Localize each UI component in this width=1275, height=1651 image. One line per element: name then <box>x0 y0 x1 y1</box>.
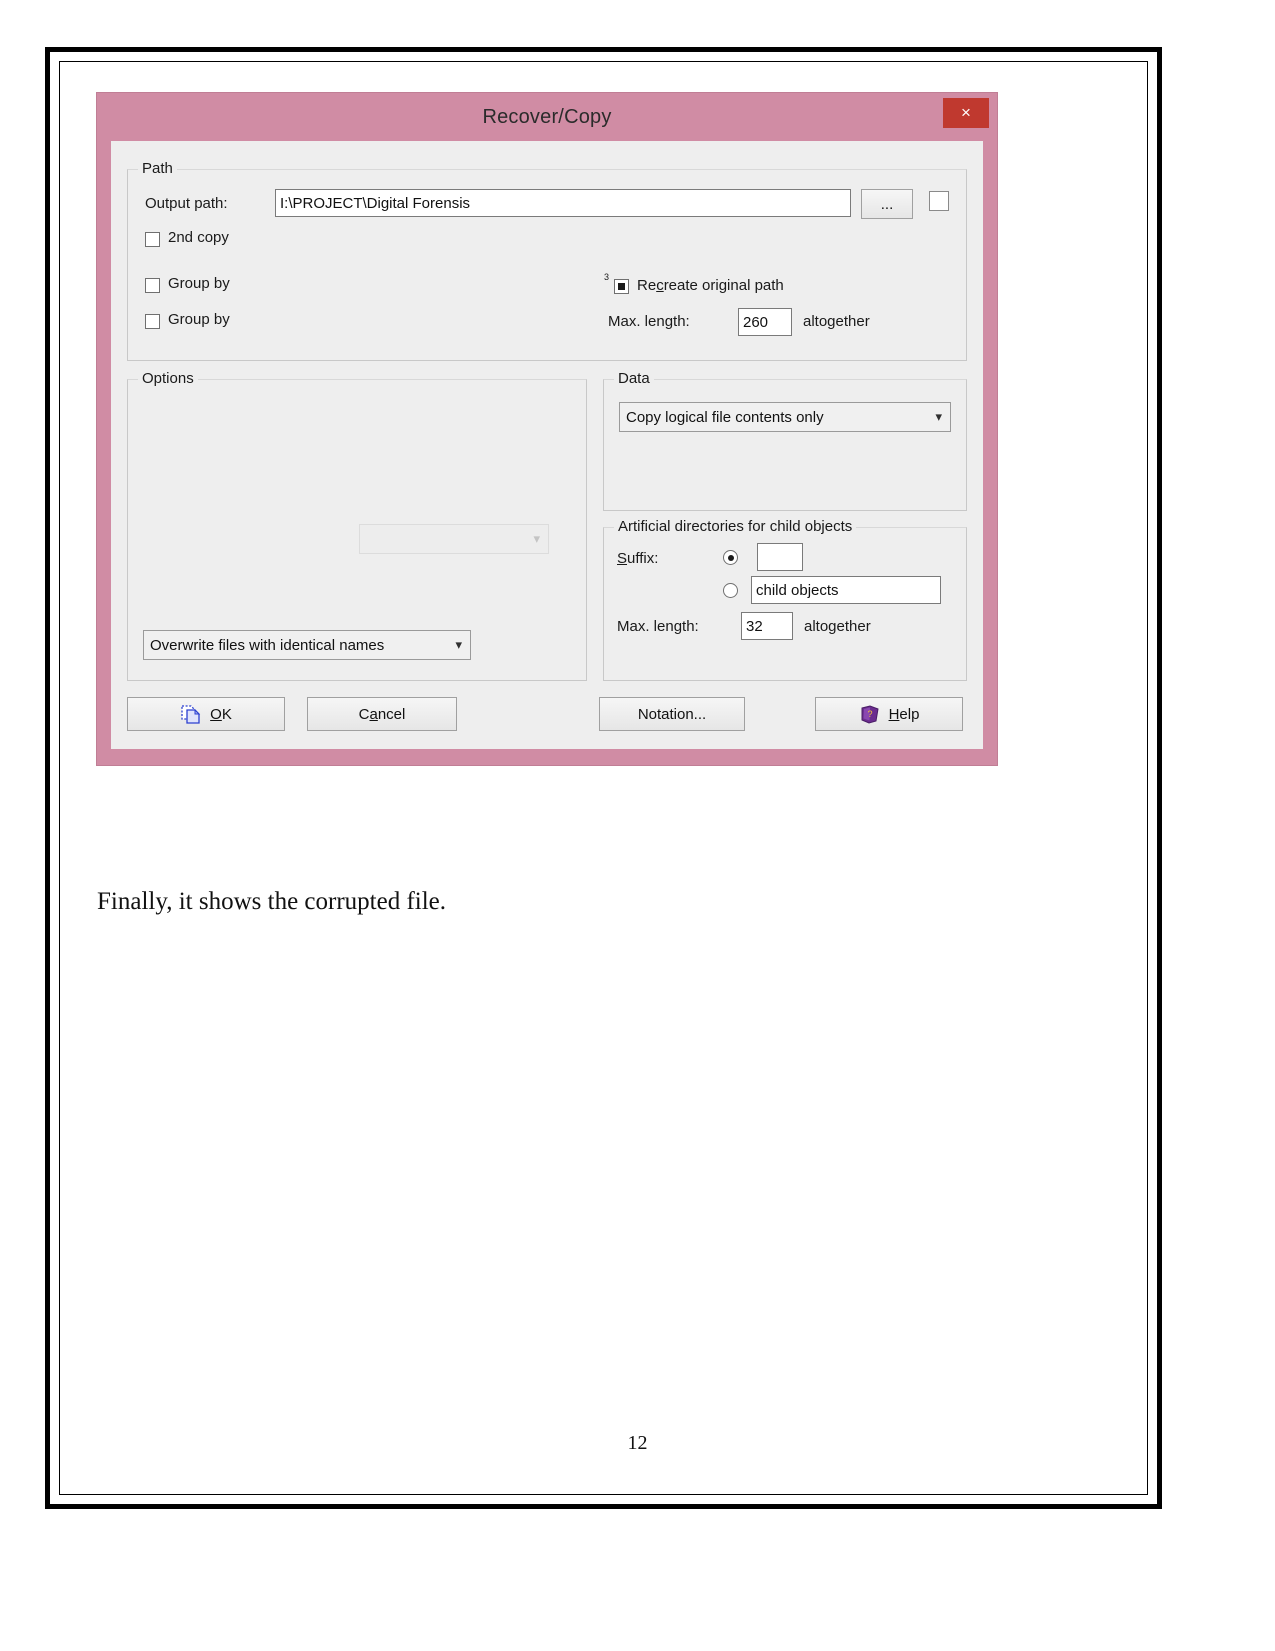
group-by-label-2: Group by <box>168 311 230 328</box>
dialog-title: Recover/Copy <box>482 105 612 128</box>
overwrite-mode-combo[interactable]: Overwrite files with identical names ▾ <box>143 630 471 660</box>
group-by-checkbox-1[interactable] <box>145 278 160 293</box>
path-group-title: Path <box>138 160 177 177</box>
ok-button[interactable]: OK <box>127 697 285 731</box>
help-button-label: Help <box>888 705 920 723</box>
artificial-max-length-input[interactable]: 32 <box>741 612 793 640</box>
path-extra-checkbox[interactable] <box>929 191 949 211</box>
data-group: Data <box>603 370 967 511</box>
close-icon[interactable]: × <box>943 98 989 128</box>
artificial-directories-title: Artificial directories for child objects <box>614 518 857 535</box>
suffix-label: Suffix: <box>617 550 659 567</box>
browse-button[interactable]: ... <box>861 189 913 219</box>
options-disabled-combo[interactable]: ▾ <box>359 524 549 554</box>
dialog-body: Path Output path: I:\PROJECT\Digital For… <box>111 141 983 749</box>
body-paragraph: Finally, it shows the corrupted file. <box>97 888 447 915</box>
group-by-checkbox-2[interactable] <box>145 314 160 329</box>
copy-mode-combo[interactable]: Copy logical file contents only ▾ <box>619 402 951 432</box>
output-path-input[interactable]: I:\PROJECT\Digital Forensis <box>275 189 851 217</box>
ok-button-label: OK <box>210 705 232 723</box>
chevron-down-icon: ▾ <box>533 531 540 546</box>
recreate-superscript: 3 <box>604 272 610 282</box>
artificial-altogether-label: altogether <box>804 618 871 635</box>
recreate-original-path-checkbox[interactable] <box>614 279 629 294</box>
overwrite-mode-value: Overwrite files with identical names <box>150 636 385 654</box>
second-copy-checkbox[interactable] <box>145 232 160 247</box>
cancel-button-label: Cancel <box>358 705 406 723</box>
chevron-down-icon: ▾ <box>935 409 942 424</box>
copy-pages-icon <box>180 704 202 724</box>
dialog-titlebar: Recover/Copy × <box>97 93 997 141</box>
group-by-label-1: Group by <box>168 275 230 292</box>
second-copy-label: 2nd copy <box>168 229 229 246</box>
child-objects-input[interactable]: child objects <box>751 576 941 604</box>
recover-copy-dialog: Recover/Copy × Path Output path: I:\PROJ… <box>97 93 997 765</box>
chevron-down-icon: ▾ <box>455 637 462 652</box>
output-path-label: Output path: <box>145 195 228 212</box>
data-group-title: Data <box>614 370 654 387</box>
svg-text:?: ? <box>867 709 872 719</box>
path-max-length-input[interactable]: 260 <box>738 308 792 336</box>
copy-mode-value: Copy logical file contents only <box>626 408 824 426</box>
options-group-title: Options <box>138 370 198 387</box>
help-button[interactable]: ? Help <box>815 697 963 731</box>
page-number: 12 <box>627 1432 648 1454</box>
path-max-length-label: Max. length: <box>608 313 690 330</box>
cancel-button[interactable]: Cancel <box>307 697 457 731</box>
path-altogether-label: altogether <box>803 313 870 330</box>
help-book-icon: ? <box>859 704 881 724</box>
recreate-original-path-label: Recreate original path <box>637 277 784 294</box>
notation-button[interactable]: Notation... <box>599 697 745 731</box>
suffix-child-objects-radio[interactable] <box>723 583 738 598</box>
artificial-max-length-label: Max. length: <box>617 618 699 635</box>
suffix-custom-radio[interactable] <box>723 550 738 565</box>
suffix-input[interactable] <box>757 543 803 571</box>
